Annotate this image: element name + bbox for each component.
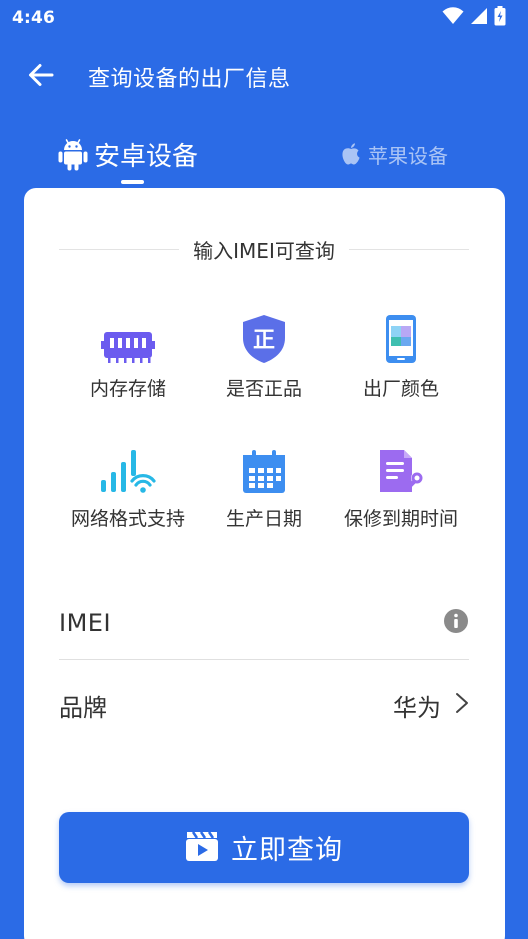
feature-warranty-label: 保修到期时间 <box>343 508 458 530</box>
play-clapper-icon <box>185 830 219 866</box>
query-button-label: 立即查询 <box>231 835 343 866</box>
section-header: 输入IMEI可查询 <box>59 234 470 264</box>
genuine-shield-icon: 正 <box>189 304 339 364</box>
feature-genuine-label: 是否正品 <box>225 378 302 400</box>
feature-color: 出厂颜色 <box>326 304 476 401</box>
feature-color-label: 出厂颜色 <box>362 378 439 400</box>
tab-apple-label: 苹果设备 <box>368 143 448 168</box>
app-bar: 查询设备的出厂信息 <box>0 48 528 106</box>
feature-production-date-label: 生产日期 <box>225 508 302 530</box>
battery-icon <box>494 6 506 30</box>
svg-text:正: 正 <box>253 328 275 353</box>
device-tabs: 安卓设备 苹果设备 <box>0 122 528 186</box>
calendar-icon <box>189 434 339 494</box>
memory-icon <box>53 304 203 364</box>
status-icons <box>442 6 506 30</box>
feature-warranty: 保修到期时间 <box>326 434 476 531</box>
query-card: 输入IMEI可查询 内存存储 正 是否正品 出厂颜色 网络格式支持 生产日期 保… <box>24 188 505 939</box>
wifi-icon <box>442 7 464 29</box>
brand-select[interactable]: 品牌 华为 <box>59 668 469 742</box>
divider-left <box>59 248 180 250</box>
warranty-document-icon <box>326 434 476 494</box>
tab-android[interactable]: 安卓设备 <box>58 122 198 186</box>
info-icon[interactable] <box>443 608 469 638</box>
phone-color-icon <box>326 304 476 364</box>
feature-memory-label: 内存存储 <box>89 378 166 400</box>
feature-genuine: 正 是否正品 <box>189 304 339 401</box>
back-button[interactable] <box>12 48 70 106</box>
brand-value-group: 华为 <box>393 688 469 723</box>
status-bar: 4:46 <box>0 0 528 36</box>
android-icon <box>58 137 88 171</box>
imei-input[interactable]: IMEI <box>59 586 469 660</box>
tab-android-label: 安卓设备 <box>94 141 199 172</box>
feature-production-date: 生产日期 <box>189 434 339 531</box>
divider-right <box>348 248 470 250</box>
page-title: 查询设备的出厂信息 <box>88 67 291 92</box>
feature-network: 网络格式支持 <box>53 434 203 531</box>
tab-indicator <box>121 180 144 184</box>
imei-label: IMEI <box>59 608 112 637</box>
brand-value: 华为 <box>393 693 441 722</box>
arrow-left-icon <box>28 63 54 91</box>
brand-label: 品牌 <box>59 693 107 722</box>
status-time: 4:46 <box>12 8 56 28</box>
feature-network-label: 网络格式支持 <box>70 508 185 530</box>
query-button[interactable]: 立即查询 <box>59 812 469 883</box>
section-title: 输入IMEI可查询 <box>193 238 335 263</box>
network-signal-icon <box>53 434 203 494</box>
tab-apple[interactable]: 苹果设备 <box>340 122 448 186</box>
feature-memory: 内存存储 <box>53 304 203 401</box>
chevron-right-icon <box>455 692 469 718</box>
cell-signal-icon <box>470 7 488 29</box>
apple-icon <box>340 142 362 166</box>
